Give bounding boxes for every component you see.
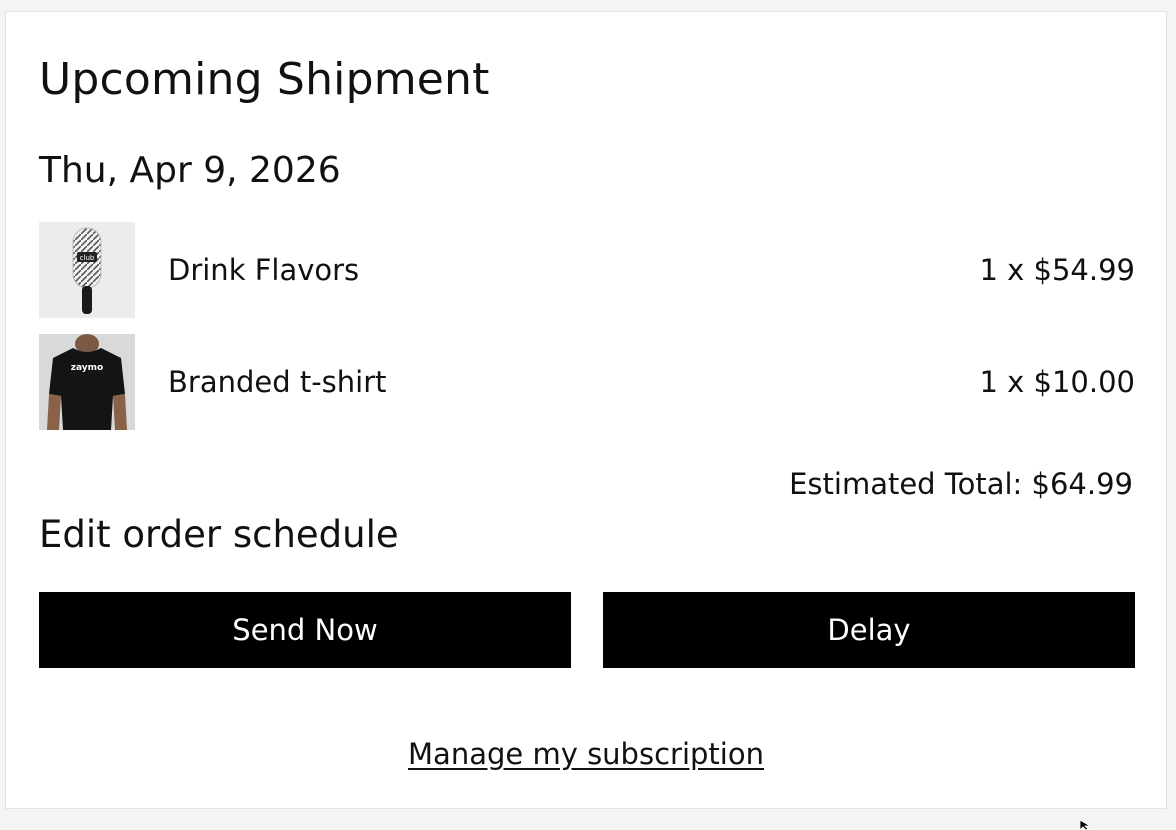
product-thumbnail: zaymo [39,334,135,430]
shipment-card: Upcoming Shipment Thu, Apr 9, 2026 club … [5,11,1167,809]
item-price: 1 x $54.99 [979,253,1135,287]
delay-button[interactable]: Delay [603,592,1135,668]
mouse-cursor-icon [1080,820,1092,830]
item-name: Branded t-shirt [168,365,387,399]
pickleball-paddle-icon: club [39,222,135,318]
schedule-heading: Edit order schedule [39,513,399,556]
shipment-date: Thu, Apr 9, 2026 [39,150,341,191]
manage-subscription-link[interactable]: Manage my subscription [408,737,764,771]
product-thumbnail: club [39,222,135,318]
paddle-logo-text: club [80,254,95,262]
manage-subscription-container: Manage my subscription [6,734,1166,774]
item-name: Drink Flavors [168,253,360,287]
page-title: Upcoming Shipment [39,54,490,105]
tshirt-icon: zaymo [39,334,135,430]
estimated-total: Estimated Total: $64.99 [789,467,1133,501]
list-item: club Drink Flavors 1 x $54.99 [39,222,1135,318]
item-price: 1 x $10.00 [979,365,1135,399]
tshirt-logo-text: zaymo [71,363,103,373]
list-item: zaymo Branded t-shirt 1 x $10.00 [39,334,1135,430]
send-now-button[interactable]: Send Now [39,592,571,668]
